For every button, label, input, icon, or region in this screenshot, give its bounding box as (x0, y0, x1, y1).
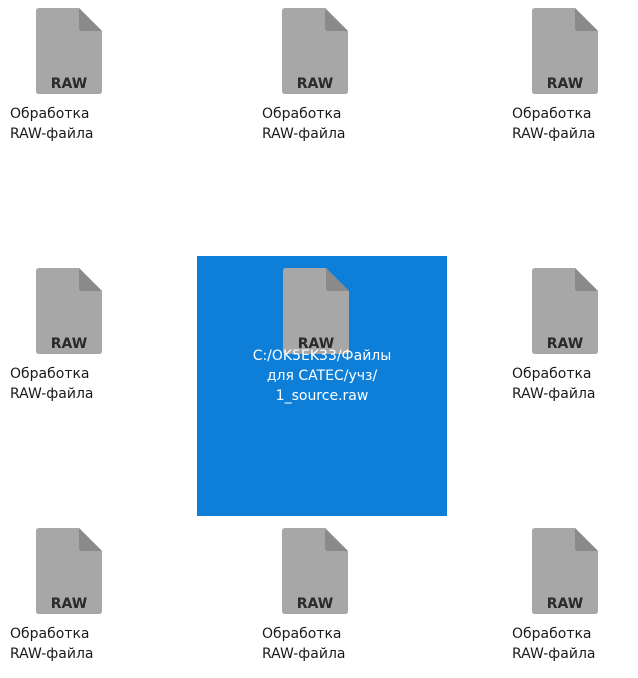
file-label-line1: Обработка (10, 106, 90, 122)
raw-file-icon: RAW (532, 268, 598, 354)
raw-file-icon: RAW (282, 8, 348, 94)
path-line1: C:/OK5EK33/Файлы (252, 348, 392, 364)
file-item[interactable]: RAW Обработка RAW-файла (10, 528, 140, 678)
file-label-line1: Обработка (512, 366, 592, 382)
raw-icon-text: RAW (547, 76, 583, 92)
file-item[interactable]: RAW Обработка RAW-файла (512, 268, 638, 418)
file-label-line2: RAW-файла (262, 126, 346, 142)
raw-file-icon: RAW (36, 528, 102, 614)
file-label: Обработка RAW-файла (262, 104, 345, 144)
file-label-line2: RAW-файла (10, 386, 94, 402)
file-label-line1: Обработка (512, 626, 592, 642)
raw-file-icon: RAW (36, 268, 102, 354)
file-label: Обработка RAW-файла (512, 104, 595, 144)
path-line3: 1_source.raw (275, 388, 369, 404)
raw-icon-text: RAW (547, 336, 583, 352)
file-item[interactable]: RAW Обработка RAW-файла (512, 8, 638, 158)
file-label: Обработка RAW-файла (10, 624, 93, 664)
file-label: Обработка RAW-файла (10, 104, 93, 144)
raw-file-icon: RAW (36, 8, 102, 94)
raw-icon-text: RAW (51, 336, 87, 352)
file-item[interactable]: RAW Обработка RAW-файла (10, 8, 140, 158)
raw-icon-text: RAW (297, 596, 333, 612)
file-item[interactable]: RAW Обработка RAW-файла (10, 268, 140, 418)
file-item[interactable]: RAW Обработка RAW-файла (262, 8, 392, 158)
raw-icon-text: RAW (51, 76, 87, 92)
file-label: Обработка RAW-файла (512, 624, 595, 664)
file-label-line1: Обработка (262, 106, 342, 122)
file-item[interactable]: RAW Обработка RAW-файла (512, 528, 638, 678)
file-label: Обработка RAW-файла (512, 364, 595, 404)
file-label-line1: Обработка (10, 366, 90, 382)
file-label-line2: RAW-файла (10, 126, 94, 142)
file-label: Обработка RAW-файла (10, 364, 93, 404)
raw-file-icon: RAW (532, 528, 598, 614)
file-label: Обработка RAW-файла (262, 624, 345, 664)
raw-file-icon: RAW (532, 8, 598, 94)
path-line2: для CATEC/учз/ (266, 368, 378, 384)
file-label-line2: RAW-файла (512, 126, 596, 142)
file-label-line2: RAW-файла (512, 646, 596, 662)
file-item[interactable]: RAW Обработка RAW-файла (262, 528, 392, 678)
raw-icon-text: RAW (297, 76, 333, 92)
raw-icon-text: RAW (547, 596, 583, 612)
file-label-line2: RAW-файла (262, 646, 346, 662)
selected-file-path: C:/OK5EK33/Файлы для CATEC/учз/ 1_source… (197, 346, 447, 406)
file-label-line1: Обработка (262, 626, 342, 642)
file-label-line1: Обработка (512, 106, 592, 122)
raw-icon-text: RAW (51, 596, 87, 612)
raw-file-icon-selected: RAW (283, 268, 349, 354)
file-label-line2: RAW-файла (10, 646, 94, 662)
file-label-line1: Обработка (10, 626, 90, 642)
file-label-line2: RAW-файла (512, 386, 596, 402)
raw-file-icon: RAW (282, 528, 348, 614)
